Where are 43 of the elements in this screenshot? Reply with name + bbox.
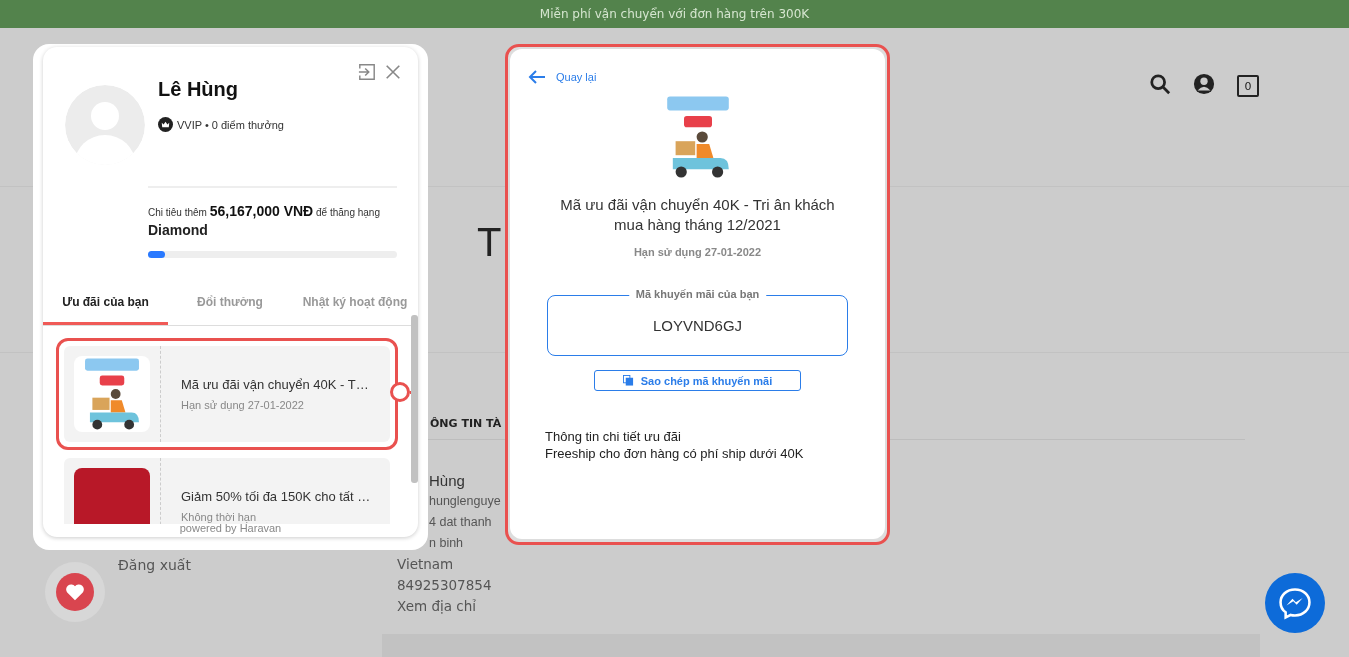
logout-link[interactable]: Đăng xuất bbox=[118, 557, 191, 573]
progress-text: Chi tiêu thêm 56,167,000 VNĐ để thăng hạng bbox=[148, 203, 381, 219]
address-link[interactable]: Xem địa chỉ bbox=[397, 596, 476, 617]
voucher-expiry: Hạn sử dụng 27-01-2022 bbox=[633, 246, 762, 258]
crown-icon bbox=[158, 117, 173, 132]
footer-text: powered by Haravan bbox=[178, 522, 283, 534]
heart-icon bbox=[65, 583, 85, 601]
search-icon[interactable] bbox=[1149, 73, 1171, 95]
account-info-text: n binh bbox=[429, 535, 464, 552]
promo-code: LOYVND6GJ bbox=[652, 317, 743, 334]
copy-code-button[interactable]: Sao chép mã khuyến mãi bbox=[594, 370, 801, 391]
cart-button[interactable]: 0 bbox=[1237, 75, 1259, 97]
voucher-expiry: Hạn sử dụng 27-01-2022 bbox=[181, 399, 305, 411]
scrollbar[interactable] bbox=[411, 315, 418, 483]
account-info-text: 84925307854 bbox=[397, 576, 492, 595]
account-info-text: 4 dat thanh bbox=[429, 514, 492, 531]
voucher-title: Giảm 50% tối đa 150K cho tất … bbox=[181, 489, 371, 504]
account-info-text: Vietnam bbox=[397, 555, 454, 574]
tier-name: Diamond bbox=[148, 222, 209, 238]
tab[interactable]: Nhật ký hoạt động bbox=[292, 295, 418, 325]
tab[interactable]: Đổi thưởng bbox=[168, 295, 292, 325]
voucher-card[interactable]: Mã ưu đãi vận chuyển 40K - T… Hạn sử dụng 27-01-2022 bbox=[64, 346, 390, 442]
announcement-text: Miễn phí vận chuyển với đơn hàng trên 300K bbox=[0, 0, 1349, 28]
user-name: Lê Hùng bbox=[158, 78, 239, 101]
voucher-title: Mã ưu đãi vận chuyển 40K - T… bbox=[181, 377, 369, 392]
voucher-title: Mã ưu đãi vận chuyển 40K - Tri ân khách mua hàng tháng 12/2021 bbox=[559, 195, 836, 235]
account-info-text: hunglenguye bbox=[429, 493, 501, 510]
membership-text: VVIP • 0 điểm thưởng bbox=[177, 118, 284, 131]
voucher-card[interactable]: Giảm 50% tối đa 150K cho tất … Không thời hạn bbox=[64, 458, 390, 524]
field-label: Mã khuyến mãi của bạn bbox=[628, 288, 767, 300]
back-arrow-icon[interactable] bbox=[528, 69, 546, 85]
close-icon[interactable] bbox=[384, 63, 402, 81]
account-info-text: Hùng bbox=[429, 471, 465, 491]
user-icon[interactable] bbox=[1193, 73, 1215, 95]
page-heading: T bbox=[477, 219, 502, 265]
details-text: Freeship cho đơn hàng có phí ship dưới 40K bbox=[545, 445, 804, 462]
tab[interactable]: Ưu đãi của bạn bbox=[43, 295, 168, 325]
voucher-expiry: Không thời hạn bbox=[181, 511, 258, 523]
back-link[interactable]: Quay lại bbox=[556, 71, 597, 83]
chat-button[interactable] bbox=[1265, 573, 1325, 633]
chat-bubble-icon bbox=[1278, 586, 1312, 620]
copy-icon bbox=[622, 375, 634, 386]
exit-icon[interactable] bbox=[358, 63, 376, 81]
